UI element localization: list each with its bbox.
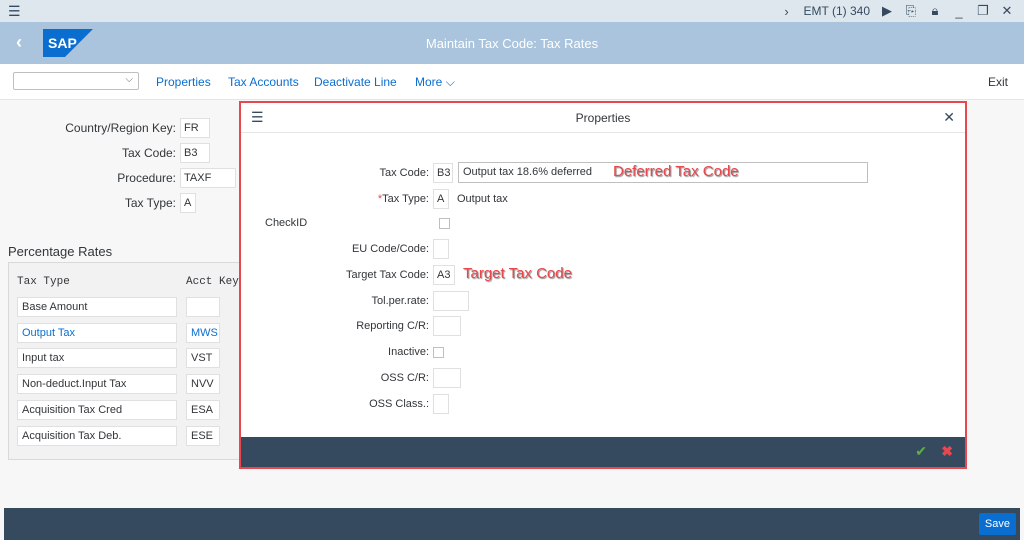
dialog-tax-code-row: Tax Code: B3 xyxy=(241,163,453,183)
dialog-title: Properties xyxy=(575,111,631,125)
column-header-acct-key: Acct Key xyxy=(186,276,239,288)
country-region-value: FR xyxy=(180,118,210,138)
acct-key-cell: NVV xyxy=(186,374,220,394)
oss-class-field[interactable] xyxy=(433,394,449,414)
restore-icon[interactable]: ❐ xyxy=(976,3,990,19)
tol-per-rate-field[interactable] xyxy=(433,291,469,311)
tax-type-cell: Input tax xyxy=(17,348,177,368)
dialog-header: ☰ Properties ✕ xyxy=(241,103,965,133)
more-button[interactable]: More ⌵ xyxy=(415,75,455,90)
acct-key-cell xyxy=(186,297,220,317)
more-button-label: More xyxy=(415,75,443,89)
tax-type-value: A xyxy=(180,193,196,213)
command-field[interactable]: ⌵ xyxy=(13,72,139,90)
oss-class-row: OSS Class.: xyxy=(241,394,449,414)
country-region-row: Country/Region Key: FR xyxy=(0,118,210,138)
checkid-checkbox[interactable] xyxy=(439,217,450,229)
tax-type-cell: Acquisition Tax Cred xyxy=(17,400,177,420)
dialog-tax-type-label: *Tax Type: xyxy=(241,193,433,205)
minimize-icon[interactable]: _ xyxy=(952,4,966,19)
tax-type-row: Tax Type: A xyxy=(0,193,196,213)
close-window-icon[interactable]: ✕ xyxy=(1000,3,1014,19)
shell-header: ‹ SAP Maintain Tax Code: Tax Rates xyxy=(0,22,1024,64)
percentage-rates-title: Percentage Rates xyxy=(8,244,113,259)
tax-code-label: Tax Code: xyxy=(121,146,176,160)
lock-icon[interactable]: 🔒︎ xyxy=(928,3,942,19)
dialog-tax-type-row: *Tax Type: A Output tax xyxy=(241,189,508,209)
system-bar: ☰ › EMT (1) 340 ▶ ⎘ 🔒︎ _ ❐ ✕ xyxy=(0,0,1024,22)
inactive-checkbox[interactable] xyxy=(433,346,444,358)
target-tax-code-row: Target Tax Code: A3 xyxy=(241,265,455,285)
checkid-label: CheckID xyxy=(265,217,308,229)
page-title: Maintain Tax Code: Tax Rates xyxy=(425,36,599,51)
target-tax-code-field[interactable]: A3 xyxy=(433,265,455,285)
close-icon[interactable]: ✕ xyxy=(943,109,955,126)
play-icon[interactable]: ▶ xyxy=(880,3,894,19)
inactive-label: Inactive: xyxy=(388,346,429,358)
document-icon[interactable]: ⎘ xyxy=(904,3,918,19)
checkmark-icon[interactable]: ✔ xyxy=(915,443,927,460)
properties-dialog: ☰ Properties ✕ Tax Code: B3 Output tax 1… xyxy=(239,101,967,469)
reporting-cr-field[interactable] xyxy=(433,316,461,336)
deferred-tax-code-annotation: Deferred Tax Code xyxy=(613,163,739,180)
system-bar-controls: › EMT (1) 340 ▶ ⎘ 🔒︎ _ ❐ ✕ xyxy=(780,3,1014,19)
acct-key-cell: ESE xyxy=(186,426,220,446)
acct-key-cell: VST xyxy=(186,348,220,368)
dialog-footer: ✔ ✖ xyxy=(241,437,965,467)
dialog-tax-code-label: Tax Code: xyxy=(379,167,429,179)
hamburger-menu-icon[interactable]: ☰ xyxy=(8,3,21,20)
column-header-tax-type: Tax Type xyxy=(17,276,70,288)
eu-code-label: EU Code/Code: xyxy=(351,243,429,255)
tax-type-cell[interactable]: Output Tax xyxy=(17,323,177,343)
properties-button[interactable]: Properties xyxy=(156,75,211,89)
tax-type-cell: Non-deduct.Input Tax xyxy=(17,374,177,394)
target-tax-code-label: Target Tax Code: xyxy=(346,269,429,281)
tax-type-cell: Acquisition Tax Deb. xyxy=(17,426,177,446)
chevron-down-icon[interactable]: ⌵ xyxy=(125,74,133,85)
tax-type-label: Tax Type: xyxy=(124,196,176,210)
dialog-tax-code-value: B3 xyxy=(433,163,453,183)
system-label: EMT (1) 340 xyxy=(803,4,870,18)
checkid-row: CheckID xyxy=(265,217,450,229)
footer-bar: Save xyxy=(4,508,1020,540)
oss-class-label: OSS Class.: xyxy=(369,398,429,410)
acct-key-cell[interactable]: MWS xyxy=(186,323,220,343)
exit-button[interactable]: Exit xyxy=(988,75,1008,89)
tax-accounts-button[interactable]: Tax Accounts xyxy=(228,75,299,89)
percentage-rates-table: Tax Type Acct Key Base Amount Output Tax… xyxy=(8,262,248,460)
deactivate-line-button[interactable]: Deactivate Line xyxy=(314,75,397,89)
eu-code-field[interactable] xyxy=(433,239,449,259)
tax-type-cell: Base Amount xyxy=(17,297,177,317)
tol-per-rate-row: Tol.per.rate: xyxy=(241,291,469,311)
reporting-cr-label: Reporting C/R: xyxy=(356,320,429,332)
dialog-tax-type-text: Output tax xyxy=(457,193,508,205)
cancel-x-icon[interactable]: ✖ xyxy=(941,443,953,460)
tax-code-row: Tax Code: B3 xyxy=(0,143,210,163)
acct-key-cell: ESA xyxy=(186,400,220,420)
oss-cr-field[interactable] xyxy=(433,368,461,388)
inactive-row: Inactive: xyxy=(241,346,444,358)
tax-code-value: B3 xyxy=(180,143,210,163)
reporting-cr-row: Reporting C/R: xyxy=(241,316,461,336)
procedure-label: Procedure: xyxy=(117,171,176,185)
oss-cr-label: OSS C/R: xyxy=(380,372,429,384)
chevron-right-icon[interactable]: › xyxy=(780,4,794,19)
dialog-tax-type-label-text: Tax Type: xyxy=(382,193,429,205)
chevron-down-icon: ⌵ xyxy=(445,75,455,89)
save-button[interactable]: Save xyxy=(978,513,1016,535)
toolbar: ⌵ Properties Tax Accounts Deactivate Lin… xyxy=(0,64,1024,100)
dialog-tax-type-value[interactable]: A xyxy=(433,189,449,209)
procedure-row: Procedure: TAXF xyxy=(0,168,236,188)
procedure-value: TAXF xyxy=(180,168,236,188)
target-tax-code-annotation: Target Tax Code xyxy=(463,265,572,282)
tol-per-rate-label: Tol.per.rate: xyxy=(371,295,429,307)
oss-cr-row: OSS C/R: xyxy=(241,368,461,388)
country-region-label: Country/Region Key: xyxy=(65,121,176,135)
eu-code-row: EU Code/Code: xyxy=(241,239,449,259)
